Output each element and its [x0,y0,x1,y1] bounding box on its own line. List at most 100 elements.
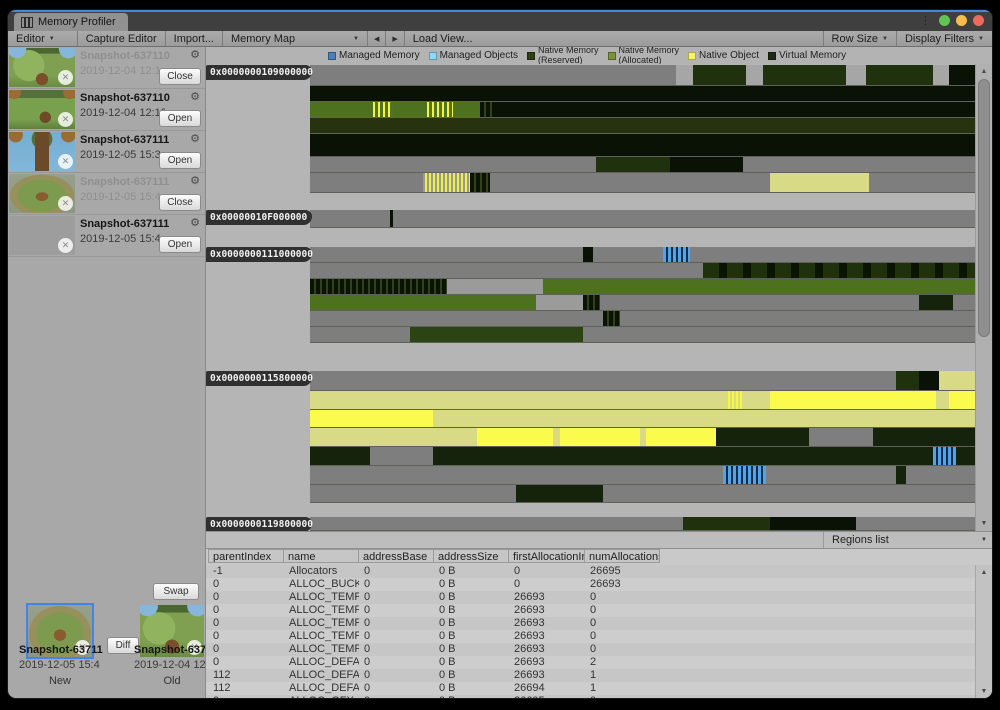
memory-map-row[interactable] [310,102,976,118]
memory-map-row[interactable] [310,311,976,327]
legend-item-1[interactable]: Managed Objects [429,50,518,61]
tab-memory-profiler[interactable]: Memory Profiler [14,13,128,31]
snapshot-thumbnail[interactable]: ✕ [9,90,75,129]
memory-map-row[interactable] [310,134,976,157]
column-header-addressSize[interactable]: addressSize [434,549,509,563]
close-thumbnail-icon[interactable]: ✕ [58,154,73,169]
memory-map-row[interactable] [310,295,976,311]
snapshot-thumbnail[interactable]: ✕ [9,132,75,171]
window-minimize-button[interactable] [956,15,967,26]
snapshot-list-item[interactable]: ✕Snapshot-6371102019-12-04 12:1⚙Close [8,47,205,89]
view-mode-dropdown[interactable]: Memory Map▼ [223,31,367,46]
memory-map-row[interactable] [310,247,976,263]
memory-map-group: 0x0000000109000000 [206,65,976,193]
memory-map-row[interactable] [310,279,976,295]
import-button[interactable]: Import... [166,31,222,46]
snapshot-list-item[interactable]: ✕Snapshot-6371112019-12-05 15:3⚙Open [8,131,205,173]
column-header-name[interactable]: name [284,549,359,563]
table-row[interactable]: 0ALLOC_GFX...00 B266950 [206,695,976,698]
memory-map-row[interactable] [310,410,976,428]
table-row[interactable]: 0ALLOC_BUCKET00 B026693 [206,578,976,591]
row-size-dropdown[interactable]: Row Size▼ [824,31,896,46]
editor-dropdown[interactable]: Editor▼ [8,31,63,46]
gear-icon[interactable]: ⚙ [190,49,200,61]
regions-list-dropdown[interactable]: Regions list ▼ [823,532,992,548]
load-view-button[interactable]: Load View... [405,31,481,46]
column-header-firstAllocationIn[interactable]: firstAllocationIn [509,549,585,563]
memory-map-row[interactable] [310,118,976,134]
scroll-down-icon[interactable]: ▼ [976,685,992,698]
capture-editor-button[interactable]: Capture Editor [78,31,165,46]
column-header-parentIndex[interactable]: parentIndex [208,549,284,563]
legend-item-4[interactable]: Native Object [688,50,759,61]
memory-map-row[interactable] [310,327,976,343]
close-thumbnail-icon[interactable]: ✕ [58,238,73,253]
table-row[interactable]: 0ALLOC_TEMP_...00 B266930 [206,630,976,643]
memory-map-row[interactable] [310,371,976,391]
close-thumbnail-icon[interactable]: ✕ [58,70,73,85]
gear-icon[interactable]: ⚙ [190,91,200,103]
memory-map-row[interactable] [310,157,976,173]
scroll-up-icon[interactable]: ▲ [976,65,992,78]
table-row[interactable]: 0ALLOC_TEMP_...00 B266930 [206,604,976,617]
column-header-numAllocations[interactable]: numAllocations [585,549,660,563]
snapshot-date: 2019-12-05 15:4 [80,233,165,245]
memory-segment-yel [949,391,976,409]
diff-new-date: 2019-12-05 15:4 [19,659,109,671]
memory-map-row[interactable] [310,517,976,531]
legend-item-2[interactable]: Native Memory(Reserved) [527,47,599,64]
snapshot-thumbnail[interactable]: ✕ [9,174,75,213]
memory-map-row[interactable] [310,466,976,485]
gear-icon[interactable]: ⚙ [190,133,200,145]
snapshot-thumbnail[interactable]: ✕ [9,216,75,255]
legend-item-3[interactable]: Native Memory(Allocated) [608,47,680,64]
memory-map-row[interactable] [310,428,976,447]
memory-segment-grey [809,428,872,446]
memory-map-row[interactable] [310,65,976,86]
memory-map-row[interactable] [310,86,976,102]
legend-item-0[interactable]: Managed Memory [328,50,420,61]
back-button[interactable]: ◀ [368,31,385,46]
open-snapshot-button[interactable]: Open [159,152,201,169]
memory-segment-grey [310,466,723,484]
table-row[interactable]: 0ALLOC_TEMP_...00 B266930 [206,643,976,656]
memory-map-row[interactable] [310,447,976,466]
kebab-menu-icon[interactable]: ⋮ [920,14,931,27]
forward-button[interactable]: ▶ [386,31,403,46]
table-row[interactable]: -1Allocators00 B026695 [206,565,976,578]
memory-map[interactable]: 0x00000001090000000x00000010F0000000x000… [206,64,992,531]
column-header-addressBase[interactable]: addressBase [359,549,434,563]
window-close-button[interactable] [973,15,984,26]
memory-map-row[interactable] [310,263,976,279]
close-thumbnail-icon[interactable]: ✕ [58,196,73,211]
memory-map-row[interactable] [310,210,976,228]
scrollbar-thumb[interactable] [978,79,990,337]
gear-icon[interactable]: ⚙ [190,217,200,229]
legend-item-5[interactable]: Virtual Memory [768,50,846,61]
memory-map-row[interactable] [310,391,976,410]
map-scrollbar[interactable]: ▲ ▼ [975,64,992,531]
table-scrollbar[interactable]: ▲ ▼ [975,565,992,698]
close-snapshot-button[interactable]: Close [159,68,201,85]
memory-map-row[interactable] [310,173,976,193]
snapshot-list-item[interactable]: ✕Snapshot-6371112019-12-05 15:4⚙Open [8,215,205,257]
window-zoom-button[interactable] [939,15,950,26]
table-row[interactable]: 112ALLOC_DEFAU...00 B266931 [206,669,976,682]
snapshot-list-item[interactable]: ✕Snapshot-6371102019-12-04 12:12⚙Open [8,89,205,131]
scroll-down-icon[interactable]: ▼ [976,517,992,530]
close-snapshot-button[interactable]: Close [159,194,201,211]
open-snapshot-button[interactable]: Open [159,110,201,127]
swap-button[interactable]: Swap [153,583,199,600]
table-row[interactable]: 0ALLOC_DEFAU...00 B266932 [206,656,976,669]
snapshot-thumbnail[interactable]: ✕ [9,48,75,87]
snapshot-list-item[interactable]: ✕Snapshot-6371112019-12-05 15:4⚙Close [8,173,205,215]
close-thumbnail-icon[interactable]: ✕ [58,112,73,127]
display-filters-dropdown[interactable]: Display Filters▼ [897,31,992,46]
table-row[interactable]: 0ALLOC_TEMP_...00 B266930 [206,591,976,604]
gear-icon[interactable]: ⚙ [190,175,200,187]
scroll-up-icon[interactable]: ▲ [976,566,992,579]
table-row[interactable]: 112ALLOC_DEFAU...00 B266941 [206,682,976,695]
memory-map-row[interactable] [310,485,976,503]
table-row[interactable]: 0ALLOC_TEMP_...00 B266930 [206,617,976,630]
open-snapshot-button[interactable]: Open [159,236,201,253]
